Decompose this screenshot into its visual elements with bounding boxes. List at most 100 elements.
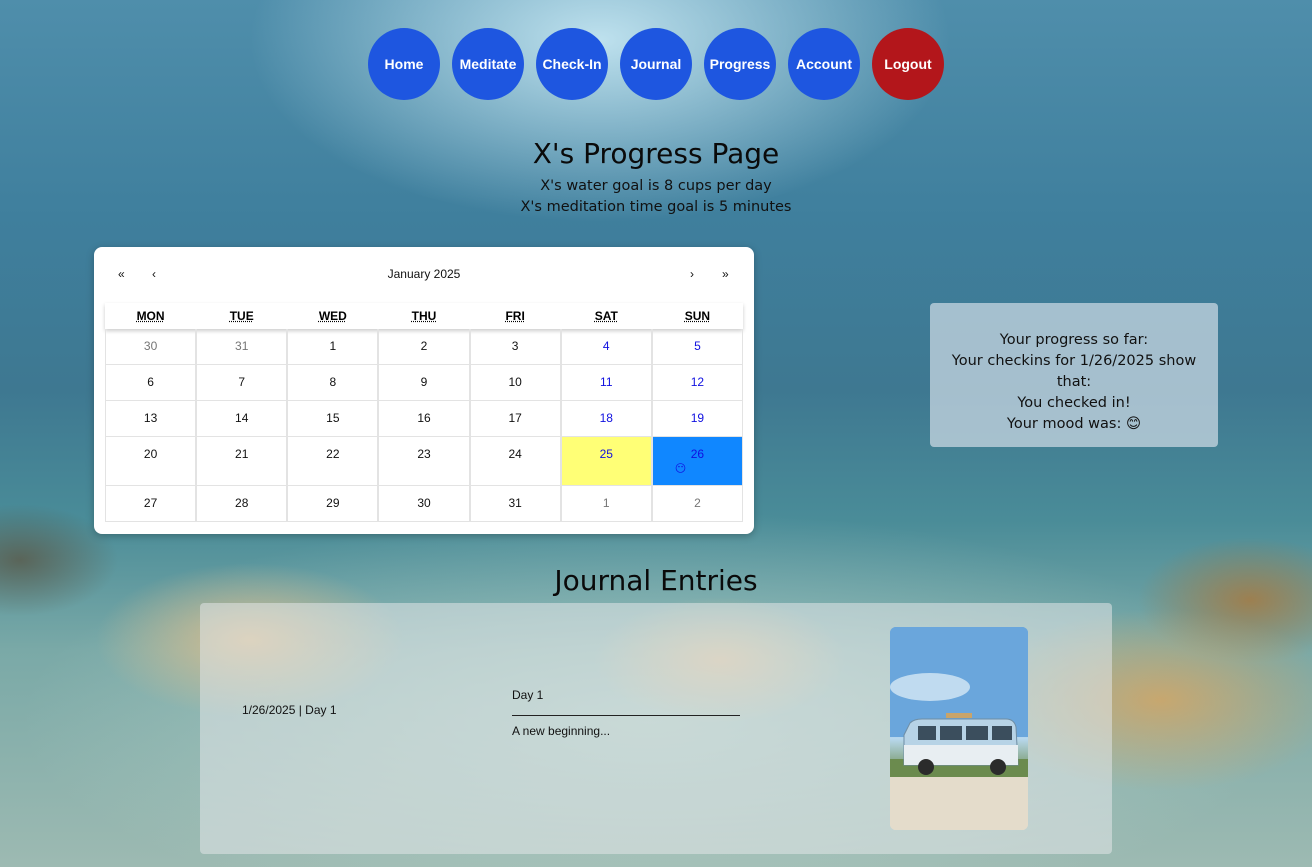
calendar-day-30[interactable]: 30 (378, 486, 470, 522)
nav-meditate-button[interactable]: Meditate (452, 28, 524, 100)
calendar-day-number: 26 (690, 447, 705, 461)
calendar-day-other-2[interactable]: 2 (651, 486, 743, 522)
calendar-day-7[interactable]: 7 (196, 365, 288, 401)
calendar-day-number: 2 (694, 496, 701, 510)
journal-entry-card[interactable]: 1/26/2025 | Day 1 Day 1 A new beginning.… (200, 603, 1112, 854)
progress-checked-in-text: You checked in! (1017, 395, 1131, 411)
calendar-day-6[interactable]: 6 (105, 365, 197, 401)
calendar-day-number: 11 (600, 375, 613, 389)
calendar-day-number: 18 (599, 411, 613, 425)
calendar-day-4[interactable]: 4 (560, 329, 652, 365)
calendar-day-number: 25 (599, 447, 613, 461)
weekday-sun: SUN (684, 309, 711, 323)
calendar-day-28[interactable]: 28 (196, 486, 288, 522)
calendar-day-other-1[interactable]: 1 (560, 486, 652, 522)
calendar-day-21[interactable]: 21 (196, 437, 288, 486)
calendar-day-number: 22 (326, 447, 340, 461)
calendar-day-24[interactable]: 24 (469, 437, 561, 486)
calendar-day-other-30[interactable]: 30 (105, 329, 197, 365)
calendar-day-number: 2 (420, 339, 428, 353)
calendar-navigation: January 2025 « ‹ › » (94, 247, 754, 301)
calendar-day-13[interactable]: 13 (105, 401, 197, 437)
calendar-day-29[interactable]: 29 (287, 486, 379, 522)
calendar-day-other-31[interactable]: 31 (196, 329, 288, 365)
calendar-day-10[interactable]: 10 (469, 365, 561, 401)
water-goal-text: X's water goal is 8 cups per day (540, 178, 772, 194)
calendar-day-5[interactable]: 5 (651, 329, 743, 365)
calendar-day-number: 21 (235, 447, 249, 461)
calendar-next-year-button[interactable]: » (722, 267, 729, 281)
calendar-day-number: 29 (326, 496, 340, 510)
calendar-day-27[interactable]: 27 (105, 486, 197, 522)
calendar-day-number: 9 (420, 375, 428, 389)
journal-title: Journal Entries (554, 564, 758, 597)
calendar-day-number: 19 (690, 411, 705, 425)
calendar-day-number: 30 (417, 496, 431, 510)
calendar-day-number: 24 (508, 447, 522, 461)
calendar-day-12[interactable]: 12 (651, 365, 743, 401)
calendar-prev-month-button[interactable]: ‹ (152, 267, 156, 281)
calendar-day-31[interactable]: 31 (469, 486, 561, 522)
calendar-day-20[interactable]: 20 (105, 437, 197, 486)
calendar-prev-year-button[interactable]: « (118, 267, 125, 281)
calendar-day-number: 6 (147, 375, 154, 389)
calendar-day-11[interactable]: 11 (560, 365, 652, 401)
calendar-day-23[interactable]: 23 (378, 437, 470, 486)
calendar-day-26[interactable]: 26 😶 (651, 437, 743, 486)
nav-checkin-button[interactable]: Check-In (536, 28, 608, 100)
calendar-day-1[interactable]: 1 (287, 329, 379, 365)
nav-home-button[interactable]: Home (368, 28, 440, 100)
nav-logout-button[interactable]: Logout (872, 28, 944, 100)
calendar-day-14[interactable]: 14 (196, 401, 288, 437)
journal-entry-title: Day 1 (512, 688, 544, 702)
calendar-day-2[interactable]: 2 (378, 329, 470, 365)
calendar-day-15[interactable]: 15 (287, 401, 379, 437)
calendar-day-number: 10 (508, 375, 522, 389)
calendar-day-17[interactable]: 17 (469, 401, 561, 437)
nav-journal-button[interactable]: Journal (620, 28, 692, 100)
calendar-day-number: 1 (602, 496, 610, 510)
progress-mood-text: Your mood was: 😊 (1006, 416, 1142, 432)
calendar-day-number: 15 (326, 411, 340, 425)
calendar: January 2025 « ‹ › » MON TUE WED THU FRI… (94, 247, 754, 534)
calendar-month-label[interactable]: January 2025 (94, 267, 754, 281)
weekday-mon: MON (136, 309, 165, 323)
weekday-fri: FRI (505, 309, 525, 323)
calendar-day-number: 13 (143, 411, 158, 425)
calendar-day-18[interactable]: 18 (560, 401, 652, 437)
calendar-day-number: 27 (143, 496, 158, 510)
calendar-day-number: 7 (238, 375, 246, 389)
calendar-day-number: 3 (511, 339, 519, 353)
calendar-day-number: 1 (329, 339, 337, 353)
van-on-beach-image (890, 627, 1028, 830)
calendar-day-number: 8 (329, 375, 337, 389)
weekday-tue: TUE (229, 309, 254, 323)
calendar-day-22[interactable]: 22 (287, 437, 379, 486)
progress-heading: Your progress so far: (999, 332, 1149, 348)
progress-checkins-text: Your checkins for 1/26/2025 show that: (951, 353, 1197, 390)
calendar-day-8[interactable]: 8 (287, 365, 379, 401)
weekday-wed: WED (318, 309, 347, 323)
calendar-day-number: 16 (417, 411, 431, 425)
calendar-day-3[interactable]: 3 (469, 329, 561, 365)
calendar-day-number: 31 (508, 496, 522, 510)
weekday-sat: SAT (594, 309, 618, 323)
calendar-next-month-button[interactable]: › (690, 267, 694, 281)
calendar-day-16[interactable]: 16 (378, 401, 470, 437)
calendar-day-number: 4 (602, 339, 610, 353)
calendar-days-grid: 30 31 1 2 3 4 5 6 7 8 9 10 11 12 13 14 15 16 17 18 19 20 21 22 2… (105, 329, 743, 522)
nav-progress-button[interactable]: Progress (704, 28, 776, 100)
calendar-day-number: 20 (143, 447, 158, 461)
calendar-day-9[interactable]: 9 (378, 365, 470, 401)
calendar-day-19[interactable]: 19 (651, 401, 743, 437)
calendar-day-mood-emoji: 😶 (674, 463, 687, 475)
journal-entry-photo (890, 627, 1028, 830)
journal-entry-body: A new beginning... (512, 724, 611, 738)
journal-entry-divider (512, 715, 740, 716)
calendar-day-number: 23 (417, 447, 431, 461)
calendar-day-number: 30 (143, 339, 158, 353)
calendar-day-number: 12 (690, 375, 705, 389)
weekday-thu: THU (411, 309, 437, 323)
main-nav: Home Meditate Check-In Journal Progress … (368, 28, 944, 100)
nav-account-button[interactable]: Account (788, 28, 860, 100)
